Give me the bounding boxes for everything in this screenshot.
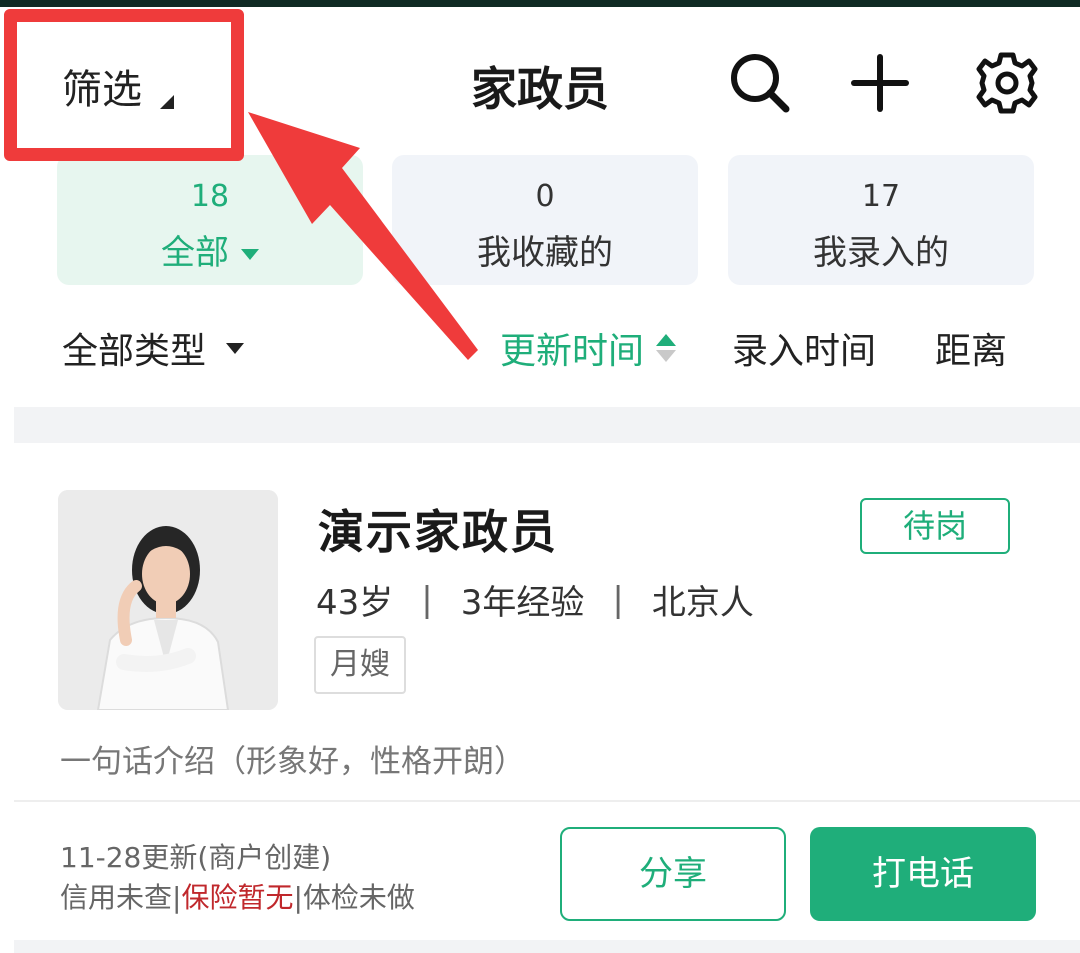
- chevron-down-icon: [226, 342, 245, 354]
- worker-origin: 北京人: [651, 583, 754, 623]
- stat-label: 全部: [57, 225, 363, 274]
- status-strip: [0, 0, 1080, 7]
- stat-label: 我收藏的: [477, 233, 613, 273]
- card-divider: [14, 800, 1080, 802]
- type-filter-label: 全部类型: [62, 331, 207, 372]
- sort-update-label: 更新时间: [500, 331, 645, 372]
- avatar[interactable]: [58, 490, 278, 710]
- stat-card-all[interactable]: 18 全部: [57, 155, 363, 285]
- worker-name: 演示家政员: [318, 505, 558, 559]
- sort-update-time[interactable]: 更新时间: [500, 322, 677, 374]
- sort-distance[interactable]: 距离: [935, 322, 1007, 374]
- meta-separator: |: [612, 579, 624, 620]
- avatar-photo: [58, 490, 278, 710]
- highlight-box: [4, 9, 244, 161]
- worker-experience: 3年经验: [460, 583, 585, 623]
- add-icon[interactable]: [848, 51, 912, 115]
- verification-status: 信用未查|保险暂无|体检未做: [60, 876, 415, 916]
- stat-count: 17: [861, 179, 901, 214]
- stat-count: 0: [535, 179, 555, 214]
- stat-card-favorites[interactable]: 0 我收藏的: [392, 155, 698, 285]
- stat-label-text: 全部: [161, 233, 229, 273]
- sort-order-icon: [656, 334, 677, 362]
- share-button[interactable]: 分享: [560, 827, 786, 921]
- worker-meta: 43岁 | 3年经验 | 北京人: [316, 575, 754, 624]
- section-divider: [14, 407, 1080, 443]
- worker-intro: 一句话介绍（形象好，性格开朗）: [60, 744, 525, 780]
- dropdown-caret-icon: [241, 249, 259, 260]
- health-check-status: 体检未做: [302, 881, 415, 914]
- status-separator: |: [293, 881, 303, 914]
- stat-label: 我录入的: [813, 233, 949, 273]
- insurance-status: 保险暂无: [181, 881, 294, 914]
- meta-separator: |: [421, 579, 433, 620]
- search-icon[interactable]: [728, 51, 792, 115]
- worker-tag: 月嫂: [314, 636, 406, 694]
- section-divider: [14, 940, 1080, 953]
- stat-card-entered[interactable]: 17 我录入的: [728, 155, 1034, 285]
- sort-bar: 全部类型 更新时间 录入时间 距离: [0, 322, 1080, 376]
- worker-age: 43岁: [316, 583, 394, 623]
- status-badge: 待岗: [860, 498, 1010, 554]
- update-info: 11-28更新(商户创建): [60, 841, 332, 874]
- sort-entry-time[interactable]: 录入时间: [732, 322, 876, 374]
- call-button[interactable]: 打电话: [810, 827, 1036, 921]
- credit-status: 信用未查: [60, 881, 173, 914]
- stat-count: 18: [190, 179, 230, 214]
- gear-icon[interactable]: [975, 51, 1039, 115]
- type-filter-dropdown[interactable]: 全部类型: [62, 322, 245, 374]
